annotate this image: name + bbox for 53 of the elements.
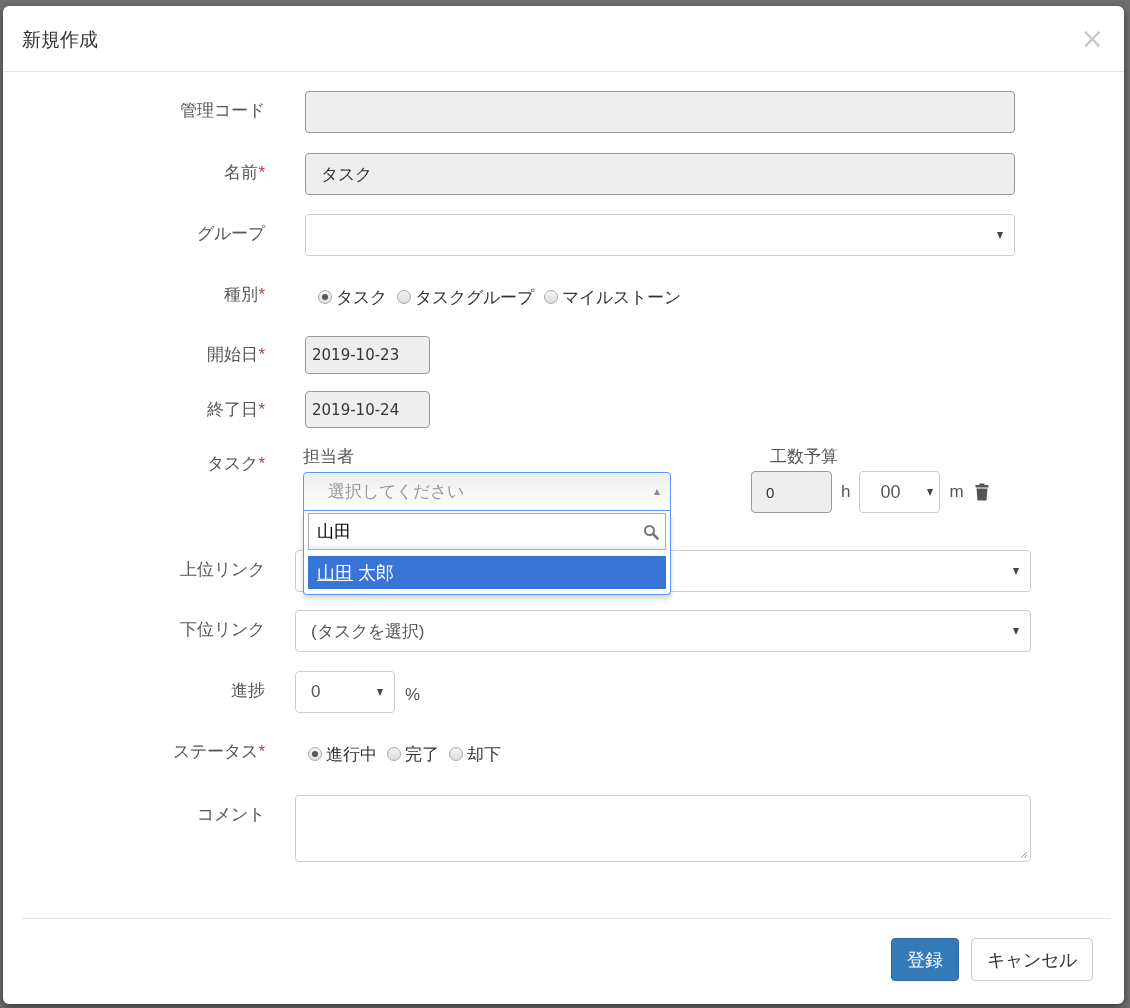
field-label: ステータス* bbox=[172, 741, 265, 763]
radio-label: 却下 bbox=[467, 743, 501, 766]
radio-label: 進行中 bbox=[326, 743, 377, 766]
unit-label: m bbox=[949, 482, 964, 502]
radio-label: タスクグループ bbox=[415, 286, 534, 309]
hours-field[interactable]: 0 bbox=[751, 471, 832, 513]
caret-icon bbox=[927, 488, 934, 496]
caret-icon bbox=[654, 488, 660, 495]
field-label: タスク* bbox=[206, 453, 265, 475]
text-field[interactable]: タスク bbox=[305, 153, 1015, 195]
field-label: 上位リンク bbox=[179, 559, 265, 581]
dialog-title: 新規作成 bbox=[22, 27, 98, 52]
search-icon bbox=[643, 523, 659, 540]
field-label: 種別* bbox=[223, 284, 265, 306]
caret-icon bbox=[377, 688, 383, 696]
field-label: 工数予算 bbox=[769, 446, 839, 468]
radio-button[interactable] bbox=[449, 747, 463, 761]
radio-label: タスク bbox=[336, 286, 387, 309]
date-field[interactable]: 2019-10-24 bbox=[305, 391, 430, 428]
submit-button[interactable]: 登録 bbox=[891, 938, 959, 981]
select-field[interactable]: 00 bbox=[859, 471, 941, 513]
radio-button[interactable] bbox=[544, 290, 558, 304]
radio-label: 完了 bbox=[405, 743, 439, 766]
radio-button[interactable] bbox=[397, 290, 411, 304]
text-field[interactable] bbox=[305, 91, 1015, 133]
field-label: 管理コード bbox=[179, 100, 265, 122]
caret-icon bbox=[1013, 567, 1019, 575]
select-field[interactable]: (タスクを選択) bbox=[295, 610, 1031, 652]
resize-handle-icon[interactable] bbox=[1020, 851, 1028, 859]
caret-icon bbox=[1013, 627, 1019, 635]
trash-icon[interactable] bbox=[974, 483, 989, 501]
search-field[interactable]: 山田 bbox=[308, 513, 666, 550]
field-label: 進捗 bbox=[230, 680, 265, 702]
comment-field[interactable] bbox=[295, 795, 1031, 862]
caret-icon bbox=[997, 231, 1003, 239]
field-label: 名前* bbox=[223, 162, 265, 184]
radio-label: マイルストーン bbox=[562, 286, 681, 309]
field-label: 担当者 bbox=[303, 446, 355, 468]
radio-button[interactable] bbox=[387, 747, 401, 761]
field-label: コメント bbox=[196, 804, 265, 826]
result-option[interactable]: 山田 太郎 bbox=[308, 556, 666, 589]
radio-button[interactable] bbox=[318, 290, 332, 304]
unit-label: % bbox=[405, 684, 421, 705]
radio-button[interactable] bbox=[308, 747, 322, 761]
field-label: グループ bbox=[196, 223, 265, 245]
field-label: 下位リンク bbox=[179, 619, 265, 641]
date-field[interactable]: 2019-10-23 bbox=[305, 336, 430, 374]
unit-label: h bbox=[841, 482, 851, 502]
cancel-button[interactable]: キャンセル bbox=[971, 938, 1093, 981]
select-field[interactable] bbox=[305, 214, 1015, 256]
select-field[interactable]: 0 bbox=[295, 671, 395, 713]
field-label: 終了日* bbox=[206, 399, 265, 421]
field-label: 開始日* bbox=[206, 344, 265, 366]
